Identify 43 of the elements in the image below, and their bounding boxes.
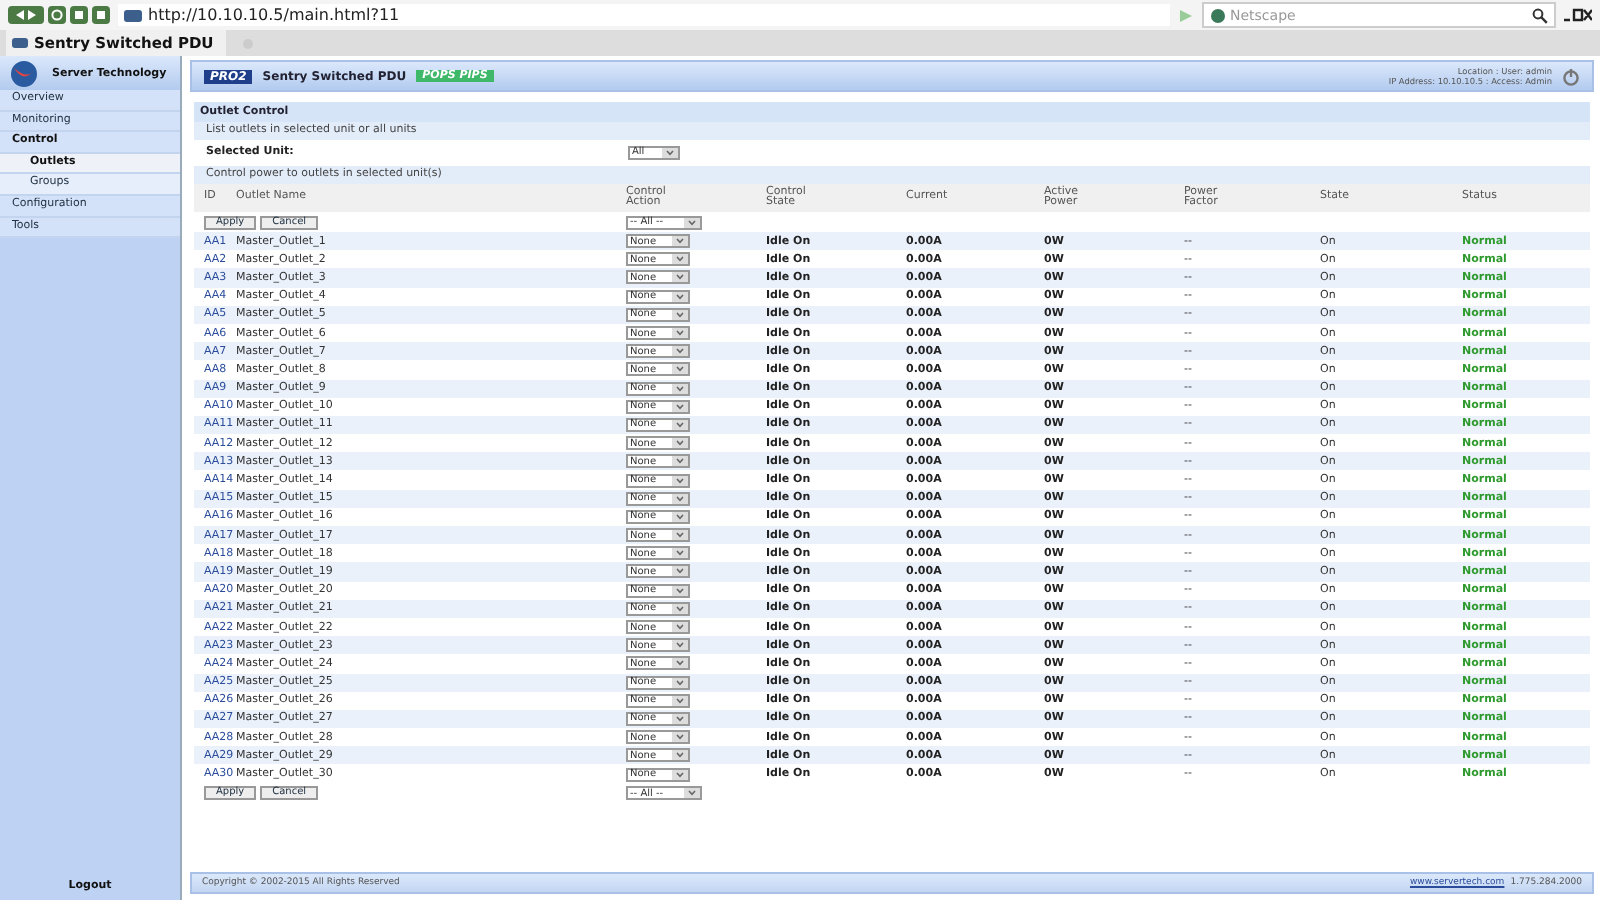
caret-icon [672,364,688,375]
caret-icon [684,788,700,799]
site-icon [124,9,142,21]
caret-icon [672,236,688,247]
caret-icon [672,291,688,302]
caret-icon [684,217,700,227]
caret-icon [672,603,688,614]
caret-icon [672,456,688,467]
window-controls-icon[interactable] [1564,8,1592,22]
refresh-icon[interactable] [48,6,66,24]
caret-icon [672,328,688,339]
caret-icon [672,309,688,320]
caret-icon [662,147,678,157]
stop-icon[interactable] [92,6,110,24]
caret-icon [672,438,688,449]
caret-icon [672,254,688,265]
caret-icon [672,769,688,780]
caret-icon [672,640,688,651]
address-bar[interactable]: http://10.10.10.5/main.html?11 [118,4,1170,26]
caret-icon [672,272,688,283]
caret-icon [672,383,688,394]
caret-icon [672,750,688,761]
caret-icon [672,658,688,669]
caret-icon [672,548,688,559]
caret-icon [672,732,688,743]
caret-icon [672,713,688,724]
caret-icon [672,346,688,357]
caret-icon [672,677,688,688]
caret-icon [672,475,688,486]
caret-icon [672,511,688,522]
site-icon [12,38,28,48]
power-icon[interactable] [1562,67,1580,85]
caret-icon [672,401,688,412]
caret-icon [672,585,688,596]
caret-icon [672,530,688,541]
caret-icon [672,493,688,504]
search-icon[interactable] [1532,7,1548,23]
back-forward-icon[interactable] [8,6,44,24]
globe-logo-icon [8,59,40,87]
caret-icon [672,695,688,706]
caret-icon [672,419,688,430]
caret-icon [672,622,688,633]
caret-icon [672,566,688,577]
